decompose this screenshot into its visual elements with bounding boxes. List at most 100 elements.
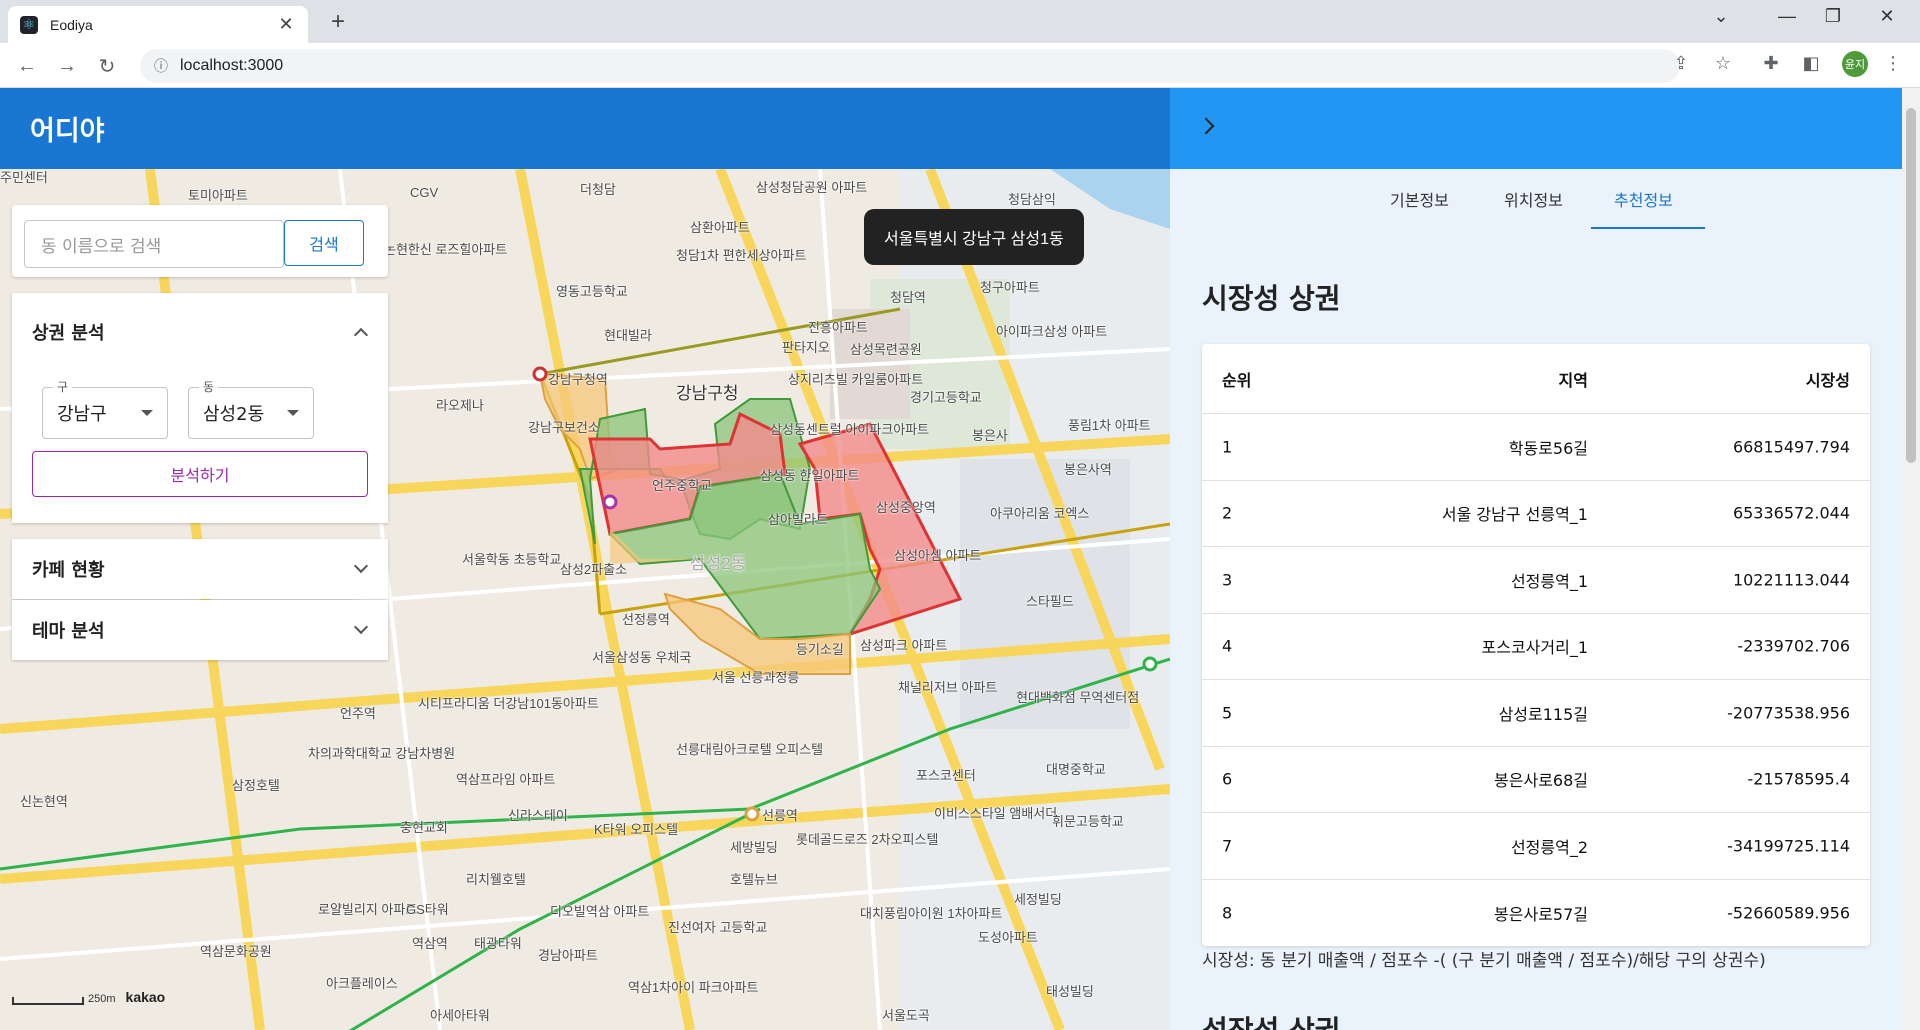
cell-rank: 3 bbox=[1222, 570, 1233, 590]
cell-rank: 4 bbox=[1222, 636, 1233, 656]
map-label: 토미아파트 bbox=[188, 188, 248, 203]
url-text: localhost:3000 bbox=[180, 57, 284, 74]
map-label: 삼환아파트 bbox=[690, 220, 750, 235]
tab-search-icon[interactable]: ⌄ bbox=[1706, 6, 1736, 27]
table-row[interactable]: 5 삼성로115길 -20773538.956 bbox=[1202, 680, 1870, 747]
commercial-analysis-header[interactable]: 상권 분석 bbox=[12, 293, 388, 371]
map-provider-logo: kakao bbox=[125, 989, 166, 1005]
tab-recommend-info[interactable]: 추천정보 bbox=[1614, 187, 1673, 211]
cafe-status-header[interactable]: 카페 현황 bbox=[12, 539, 388, 599]
map-label: 삼성2동 bbox=[690, 554, 747, 573]
tab-title: Eodiya bbox=[50, 16, 93, 33]
map-label: 봉은사역 bbox=[1064, 462, 1112, 477]
map-label: 호텔뉴브 bbox=[730, 872, 778, 887]
map-label: 리치웰호텔 bbox=[466, 872, 526, 887]
map-label: 삼성동 한일아파트 bbox=[760, 468, 860, 483]
search-input[interactable]: 동 이름으로 검색 bbox=[24, 220, 284, 268]
reload-icon[interactable]: ↻ bbox=[92, 51, 122, 81]
map-label: 신논현역 bbox=[20, 794, 68, 809]
map-label: 아이파크삼성 아파트 bbox=[996, 324, 1108, 339]
accordion-title: 테마 분석 bbox=[32, 621, 105, 642]
map-label: GS타워 bbox=[406, 902, 449, 917]
share-icon[interactable]: ⇪ bbox=[1668, 53, 1694, 74]
chevron-up-icon bbox=[353, 327, 369, 343]
map-label: 도성아파트 bbox=[978, 930, 1038, 945]
analyze-button[interactable]: 분석하기 bbox=[32, 451, 368, 497]
right-panel-scrollbar[interactable] bbox=[1902, 88, 1920, 1030]
theme-analysis-panel[interactable]: 테마 분석 bbox=[12, 600, 388, 660]
table-row[interactable]: 1 학동로56길 66815497.794 bbox=[1202, 414, 1870, 481]
map-label: 현대빌라 bbox=[604, 328, 652, 343]
scrollbar-thumb[interactable] bbox=[1906, 108, 1916, 463]
map-view[interactable]: 주민센터 토미아파트 CGV 더청담 삼성청담공원 아파트 청담삼익 삼환아파트… bbox=[0, 169, 1170, 1030]
theme-analysis-header[interactable]: 테마 분석 bbox=[12, 600, 388, 660]
commercial-analysis-body: 구 강남구 동 삼성2동 분석하기 bbox=[12, 371, 388, 523]
tab-basic-info[interactable]: 기본정보 bbox=[1390, 187, 1449, 211]
map-label: 삼정호텔 bbox=[232, 778, 280, 793]
map-label: 삼성중앙역 bbox=[876, 500, 936, 515]
new-tab-icon[interactable]: + bbox=[324, 8, 352, 36]
map-label: 강남구청역 bbox=[548, 372, 608, 387]
table-row[interactable]: 8 봉은사로57길 -52660589.956 bbox=[1202, 880, 1870, 947]
map-label: 스타필드 bbox=[1026, 594, 1074, 609]
map-label: 진흥아파트 bbox=[808, 320, 868, 335]
map-label: 풍림1차 아파트 bbox=[1068, 418, 1151, 433]
profile-avatar[interactable]: 윤지 bbox=[1842, 51, 1868, 77]
map-label: 주민센터 bbox=[0, 170, 48, 185]
map-label: 삼성아셈 아파트 bbox=[894, 548, 982, 563]
tab-location-info[interactable]: 위치정보 bbox=[1504, 187, 1563, 211]
dong-select[interactable]: 동 삼성2동 bbox=[188, 378, 314, 439]
cell-region: 선정릉역_2 bbox=[1510, 837, 1588, 857]
close-tab-icon[interactable]: ✕ bbox=[276, 14, 296, 35]
bookmark-star-icon[interactable]: ☆ bbox=[1710, 53, 1736, 74]
map-label: 청담1차 편한세상아파트 bbox=[676, 248, 807, 263]
accordion-title: 카페 현황 bbox=[32, 560, 105, 581]
cell-rank: 8 bbox=[1222, 903, 1233, 923]
search-button[interactable]: 검색 bbox=[284, 220, 364, 266]
info-tabs: 기본정보 위치정보 추천정보 bbox=[1170, 169, 1902, 229]
table-row[interactable]: 7 선정릉역_2 -34199725.114 bbox=[1202, 813, 1870, 880]
window-close-icon[interactable]: ✕ bbox=[1872, 6, 1902, 27]
chevron-right-icon[interactable] bbox=[1197, 117, 1215, 135]
cell-score: -34199725.114 bbox=[1727, 836, 1850, 856]
back-icon[interactable]: ← bbox=[12, 51, 42, 81]
map-label: 이비스스타일 앰배서더 bbox=[934, 806, 1058, 821]
gu-select-value: 강남구 bbox=[57, 404, 107, 425]
side-panel-icon[interactable]: ◧ bbox=[1798, 53, 1824, 74]
extensions-icon[interactable]: ✚ bbox=[1758, 53, 1784, 74]
address-bar[interactable]: ⓘ localhost:3000 bbox=[140, 49, 1680, 83]
map-label: 충현교회 bbox=[400, 820, 448, 835]
gu-select[interactable]: 구 강남구 bbox=[42, 378, 168, 439]
table-row[interactable]: 6 봉은사로68길 -21578595.4 bbox=[1202, 747, 1870, 813]
cell-region: 서울 강남구 선릉역_1 bbox=[1441, 505, 1588, 525]
forward-icon[interactable]: → bbox=[52, 51, 82, 81]
cell-rank: 5 bbox=[1222, 703, 1233, 723]
map-label: 등기소길 bbox=[796, 642, 844, 657]
map-label: 서울도곡 bbox=[882, 1008, 930, 1023]
minimize-icon[interactable]: — bbox=[1772, 6, 1802, 27]
browser-tabstrip: ⚛ Eodiya ✕ + ⌄ — ❐ ✕ bbox=[0, 0, 1920, 43]
site-info-icon[interactable]: ⓘ bbox=[154, 56, 168, 76]
maximize-icon[interactable]: ❐ bbox=[1818, 6, 1848, 27]
cafe-status-panel[interactable]: 카페 현황 bbox=[12, 539, 388, 599]
marketability-table: 순위 지역 시장성 1 학동로56길 66815497.794 2 서울 강남구… bbox=[1202, 344, 1870, 946]
map-label: 삼성목련공원 bbox=[850, 342, 922, 357]
map-label: 로얄빌리지 아파트 bbox=[318, 902, 418, 917]
browser-tab[interactable]: ⚛ Eodiya ✕ bbox=[8, 6, 308, 43]
active-tab-indicator bbox=[1591, 227, 1705, 229]
map-label: 더청담 bbox=[580, 182, 616, 197]
table-row[interactable]: 4 포스코사거리_1 -2339702.706 bbox=[1202, 614, 1870, 680]
gu-select-label: 구 bbox=[53, 378, 73, 395]
cell-score: -52660589.956 bbox=[1727, 903, 1850, 923]
table-row[interactable]: 3 선정릉역_1 10221113.044 bbox=[1202, 547, 1870, 614]
menu-icon[interactable]: ⋮ bbox=[1880, 53, 1906, 74]
map-label: 역삼1차아이 파크아파트 bbox=[628, 980, 759, 995]
map-label: 디오빌역삼 아파트 bbox=[550, 904, 650, 919]
map-label: 역삼문화공원 bbox=[200, 944, 272, 959]
map-label: 진선여자 고등학교 bbox=[668, 920, 768, 935]
map-label: 롯데골드로즈 2차오피스텔 bbox=[796, 832, 939, 847]
cell-region: 봉은사로57길 bbox=[1494, 904, 1588, 924]
table-row[interactable]: 2 서울 강남구 선릉역_1 65336572.044 bbox=[1202, 481, 1870, 547]
cell-region: 포스코사거리_1 bbox=[1481, 638, 1589, 658]
cell-rank: 1 bbox=[1222, 437, 1233, 457]
